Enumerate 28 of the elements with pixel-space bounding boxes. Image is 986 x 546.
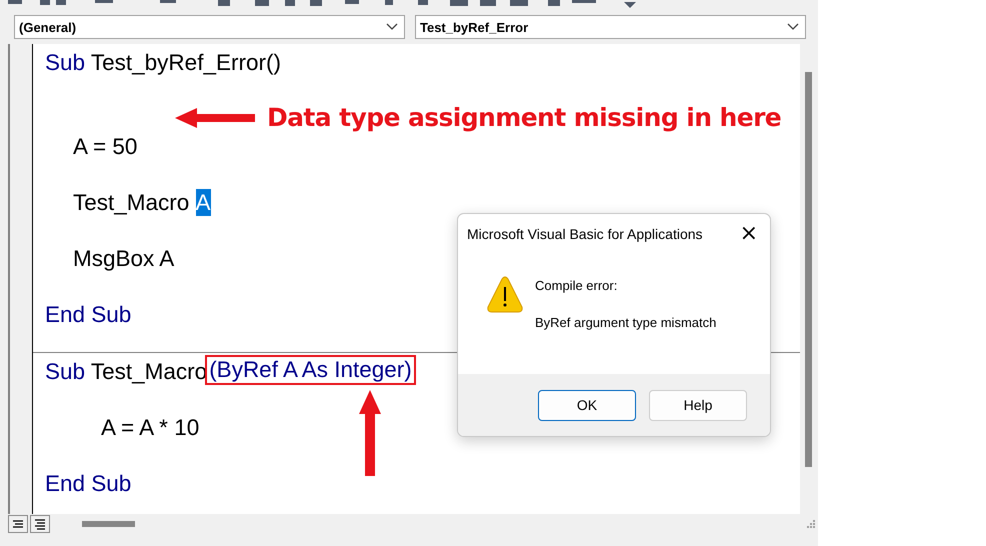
scrollbar-thumb[interactable] [82, 521, 135, 527]
lines-icon [12, 520, 24, 528]
code-line: A = A * 10 [101, 414, 200, 441]
code-line: End Sub [45, 470, 132, 497]
arrow-icon [359, 390, 381, 476]
lines-icon [34, 518, 46, 530]
code-line: MsgBox A [73, 245, 174, 272]
close-button[interactable]: × [740, 224, 758, 244]
object-dropdown[interactable]: (General) [14, 15, 405, 39]
error-heading: Compile error: [535, 278, 618, 293]
arrow-icon [175, 108, 255, 128]
module-view-button[interactable] [30, 515, 50, 533]
error-message: ByRef argument type mismatch [535, 315, 716, 330]
annotation-text: Data type assignment missing in here [267, 103, 782, 132]
code-line: Test_Macro A [73, 189, 211, 216]
code-line: A = 50 [73, 133, 138, 160]
procedure-view-button[interactable] [8, 515, 28, 533]
chevron-down-icon[interactable] [386, 23, 398, 31]
chevron-down-icon[interactable] [787, 23, 799, 31]
code-line: Sub Test_byRef_Error() [45, 49, 281, 76]
code-line: Sub Test_Macro(ByRef A As Integer) [45, 358, 416, 385]
procedure-dropdown[interactable]: Test_byRef_Error [415, 15, 806, 39]
code-line: End Sub [45, 301, 132, 328]
warning-icon [487, 276, 523, 313]
dialog-title: Microsoft Visual Basic for Applications [467, 226, 703, 242]
dialog-button[interactable]: OK [538, 390, 636, 420]
dialog-button[interactable]: Help [649, 390, 747, 420]
resize-grip-icon[interactable] [806, 519, 816, 529]
